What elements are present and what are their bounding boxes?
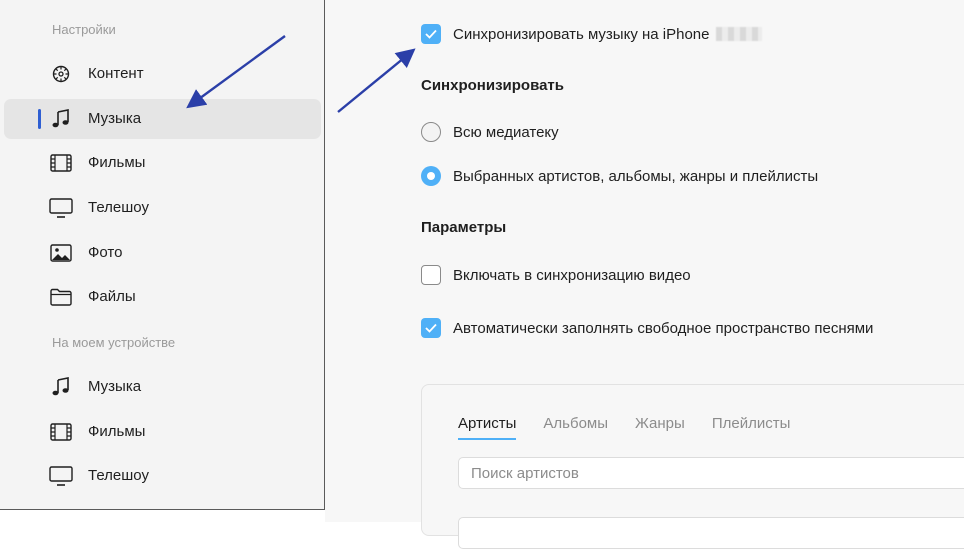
film-icon [49,152,73,174]
sidebar-item-tvshows[interactable]: Телешоу [4,188,321,228]
tv-icon [49,465,73,487]
sync-music-checkbox[interactable] [421,24,441,44]
radio-all-row[interactable]: Всю медиатеку [421,120,559,144]
sidebar-item-label: Телешоу [88,467,149,484]
autofill-label: Автоматически заполнять свободное простр… [453,319,874,337]
sidebar-item-label: Файлы [88,288,136,305]
music-note-icon [49,376,73,398]
folder-icon [49,286,73,308]
music-note-icon [49,108,73,130]
autofill-checkbox[interactable] [421,318,441,338]
params-heading: Параметры [421,219,507,236]
include-video-label: Включать в синхронизацию видео [453,266,691,284]
device-name-redacted [715,27,762,41]
sync-heading: Синхронизировать [421,77,564,94]
sync-music-label: Синхронизировать музыку на iPhone [453,25,710,43]
sidebar-item-label: Контент [88,65,144,82]
tab-bar: Артисты Альбомы Жанры Плейлисты [458,415,817,440]
sidebar: Настройки Контент Музыка Фильмы Телешоу … [0,0,325,510]
sidebar-item-label: Телешоу [88,199,149,216]
sidebar-item-device-music[interactable]: Музыка [4,367,321,407]
tab-genres[interactable]: Жанры [635,415,685,438]
radio-all-label: Всю медиатеку [453,123,559,141]
sidebar-item-films[interactable]: Фильмы [4,143,321,183]
checkmark-icon [425,323,437,333]
selection-indicator [38,109,41,129]
sync-music-row[interactable]: Синхронизировать музыку на iPhone [421,22,762,46]
sidebar-item-files[interactable]: Файлы [4,277,321,317]
autofill-row[interactable]: Автоматически заполнять свободное простр… [421,316,873,340]
include-video-row[interactable]: Включать в синхронизацию видео [421,263,691,287]
sidebar-section-device: На моем устройстве [52,335,176,350]
sidebar-item-label: Музыка [88,378,142,395]
radio-selected-items[interactable] [421,166,441,186]
main-content: Синхронизировать музыку на iPhone Синхро… [325,0,964,549]
checkmark-icon [425,29,437,39]
sidebar-item-device-tvshows[interactable]: Телешоу [4,456,321,496]
sidebar-item-label: Фото [88,244,123,261]
radio-selected-row[interactable]: Выбранных артистов, альбомы, жанры и пле… [421,164,818,188]
tv-icon [49,197,73,219]
include-video-checkbox[interactable] [421,265,441,285]
search-artists-input[interactable] [458,457,964,489]
sidebar-item-label: Фильмы [88,423,146,440]
sidebar-item-content[interactable]: Контент [4,54,321,94]
tab-albums[interactable]: Альбомы [543,415,608,438]
tab-playlists[interactable]: Плейлисты [712,415,791,438]
sidebar-item-photo[interactable]: Фото [4,233,321,273]
radio-selected-label: Выбранных артистов, альбомы, жанры и пле… [453,167,819,185]
film-icon [49,421,73,443]
sidebar-item-device-films[interactable]: Фильмы [4,412,321,452]
selection-panel: Артисты Альбомы Жанры Плейлисты [421,384,964,549]
sidebar-item-music[interactable]: Музыка [4,99,321,139]
tab-artists[interactable]: Артисты [458,415,517,440]
sidebar-item-label: Фильмы [88,154,146,171]
sidebar-item-label: Музыка [88,110,142,127]
gear-icon [49,63,73,85]
photo-icon [49,242,73,264]
radio-all-library[interactable] [421,122,441,142]
sidebar-section-settings: Настройки [52,22,116,37]
